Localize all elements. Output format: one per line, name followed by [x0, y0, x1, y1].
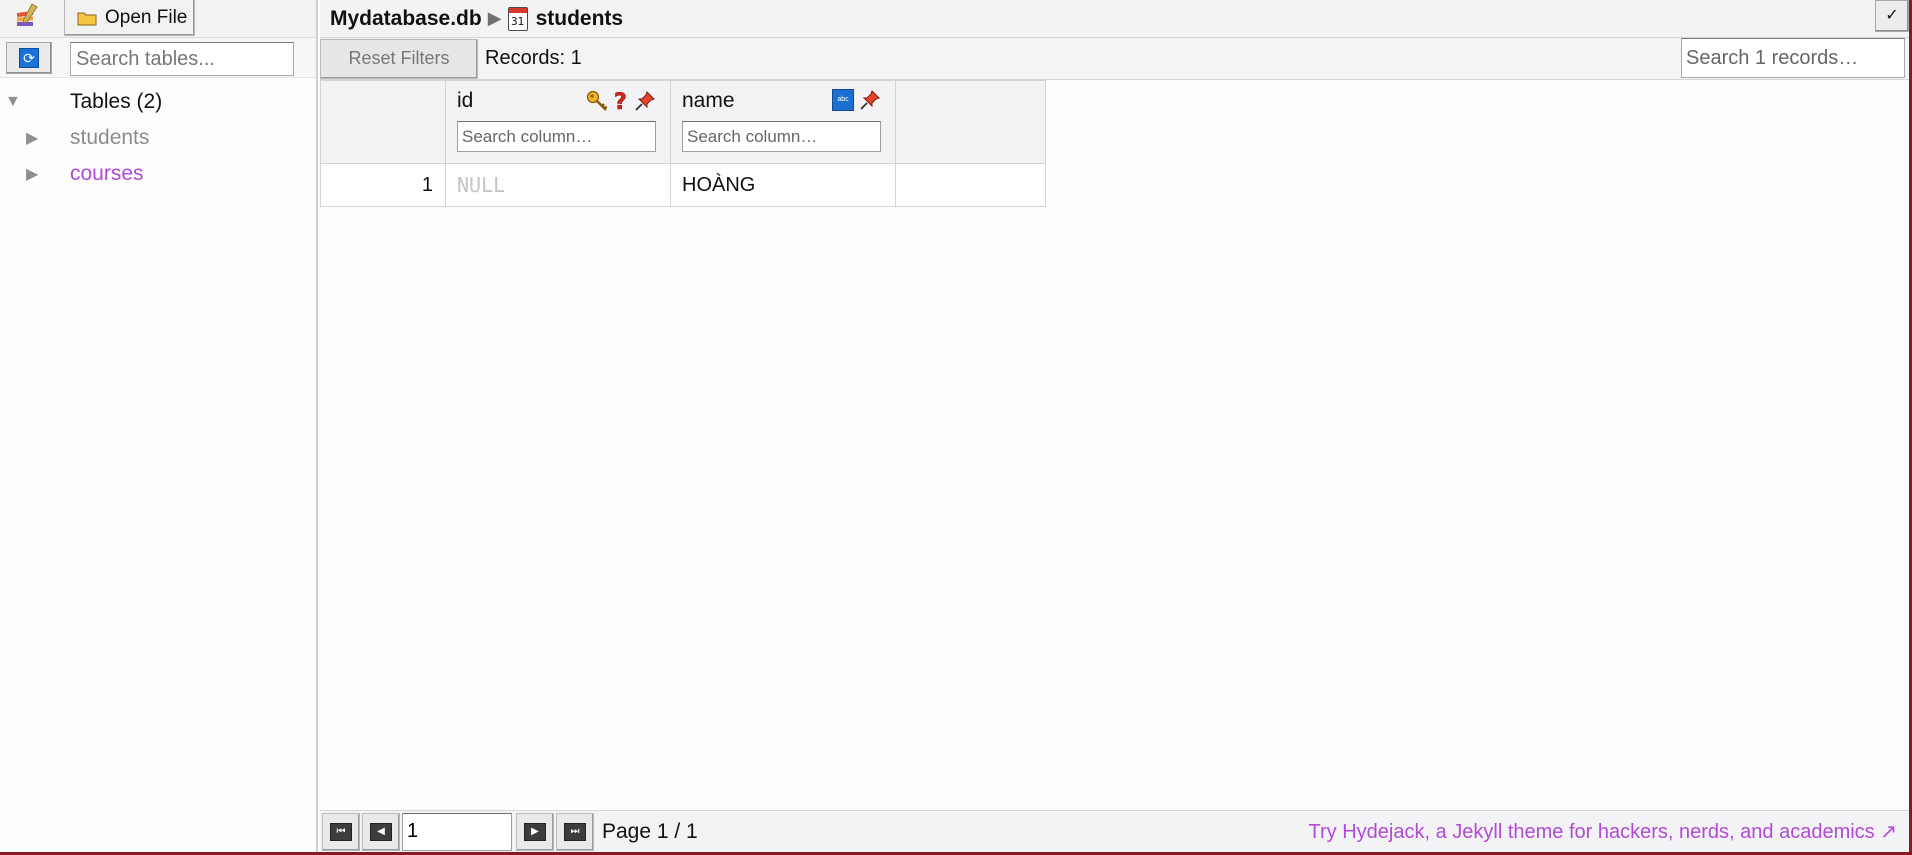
- previous-page-icon: ◀: [370, 822, 392, 841]
- folder-icon: [77, 12, 97, 25]
- first-page-button[interactable]: ⏮: [322, 812, 360, 851]
- last-page-icon: ⏭: [564, 822, 586, 841]
- open-file-label: Open File: [105, 6, 188, 28]
- last-page-button[interactable]: ⏭: [556, 812, 594, 851]
- column-name: id: [457, 89, 474, 112]
- sidebar-toolbar: Open File: [0, 0, 316, 38]
- tree-root-tables[interactable]: ▼ Tables (2): [0, 84, 316, 120]
- pin-icon[interactable]: [859, 89, 881, 111]
- search-records-input[interactable]: [1681, 38, 1905, 78]
- row-number: 1: [320, 163, 446, 207]
- column-header-name[interactable]: name abc: [670, 80, 896, 164]
- page-number-input[interactable]: [402, 812, 512, 851]
- calendar-day: 31: [510, 14, 525, 28]
- column-search-input[interactable]: [457, 121, 656, 152]
- tables-tree: ▼ Tables (2) ▶ students ▶ courses: [0, 78, 316, 192]
- tree-item-students[interactable]: ▶ students: [0, 120, 316, 156]
- app-window: Open File ⟳ ▼ Tables (2) ▶ students ▶ co…: [0, 0, 1912, 855]
- next-page-icon: ▶: [524, 822, 546, 841]
- breadcrumb-separator-icon: ▶: [487, 8, 502, 28]
- refresh-button[interactable]: ⟳: [6, 42, 52, 74]
- column-search-input[interactable]: [682, 121, 881, 152]
- cell-name[interactable]: HOÀNG: [670, 163, 896, 207]
- svg-text:?: ?: [614, 90, 627, 113]
- pagination-bar: ⏮ ◀ ▶ ⏭ Page 1 / 1 Try Hydejack, a Jekyl…: [320, 810, 1909, 852]
- table-row[interactable]: 1 NULL HOÀNG: [320, 163, 1046, 207]
- records-toolbar: Reset Filters Records: 1: [320, 38, 1909, 80]
- open-file-button[interactable]: Open File: [64, 0, 195, 36]
- tree-item-label[interactable]: students: [70, 126, 149, 150]
- question-icon[interactable]: ?: [613, 89, 629, 113]
- check-button[interactable]: ✓: [1875, 0, 1909, 32]
- expand-triangle-icon[interactable]: ▶: [26, 128, 38, 148]
- breadcrumb: Mydatabase.db ▶ 31 students ✓: [320, 0, 1909, 38]
- main-panel: Mydatabase.db ▶ 31 students ✓ Reset Filt…: [320, 0, 1909, 852]
- promo-link[interactable]: Try Hydejack, a Jekyll theme for hackers…: [1309, 819, 1897, 844]
- expand-triangle-icon[interactable]: ▶: [26, 164, 38, 184]
- next-page-button[interactable]: ▶: [516, 812, 554, 851]
- row-number-header: [320, 80, 446, 164]
- breadcrumb-database[interactable]: Mydatabase.db: [330, 7, 482, 31]
- tree-item-label[interactable]: courses: [70, 162, 144, 186]
- sidebar: Open File ⟳ ▼ Tables (2) ▶ students ▶ co…: [0, 0, 318, 852]
- data-grid: id ? Search column… name abc Search colu…: [320, 80, 1046, 207]
- column-header-empty: [895, 80, 1046, 164]
- cell-id[interactable]: NULL: [445, 163, 671, 207]
- calendar-icon: 31: [507, 6, 528, 31]
- breadcrumb-table: students: [535, 6, 624, 30]
- refresh-icon: ⟳: [19, 48, 39, 68]
- key-icon: [586, 90, 608, 111]
- text-type-icon: abc: [832, 89, 854, 111]
- collapse-triangle-icon[interactable]: ▼: [5, 93, 21, 111]
- previous-page-button[interactable]: ◀: [362, 812, 400, 851]
- pin-icon[interactable]: [634, 90, 656, 112]
- first-page-icon: ⏮: [330, 822, 352, 841]
- tree-root-label: Tables (2): [70, 90, 163, 113]
- page-label: Page 1 / 1: [602, 819, 698, 843]
- records-count: Records: 1: [485, 47, 582, 69]
- column-header-id[interactable]: id ?: [445, 80, 671, 164]
- sidebar-search-row: ⟳: [0, 38, 316, 78]
- column-name: name: [682, 89, 735, 112]
- reset-filters-button[interactable]: Reset Filters: [320, 38, 478, 79]
- tree-item-courses[interactable]: ▶ courses: [0, 156, 316, 192]
- cell-empty: [895, 163, 1046, 207]
- search-tables-input[interactable]: [70, 42, 294, 76]
- app-logo-icon: [16, 3, 38, 26]
